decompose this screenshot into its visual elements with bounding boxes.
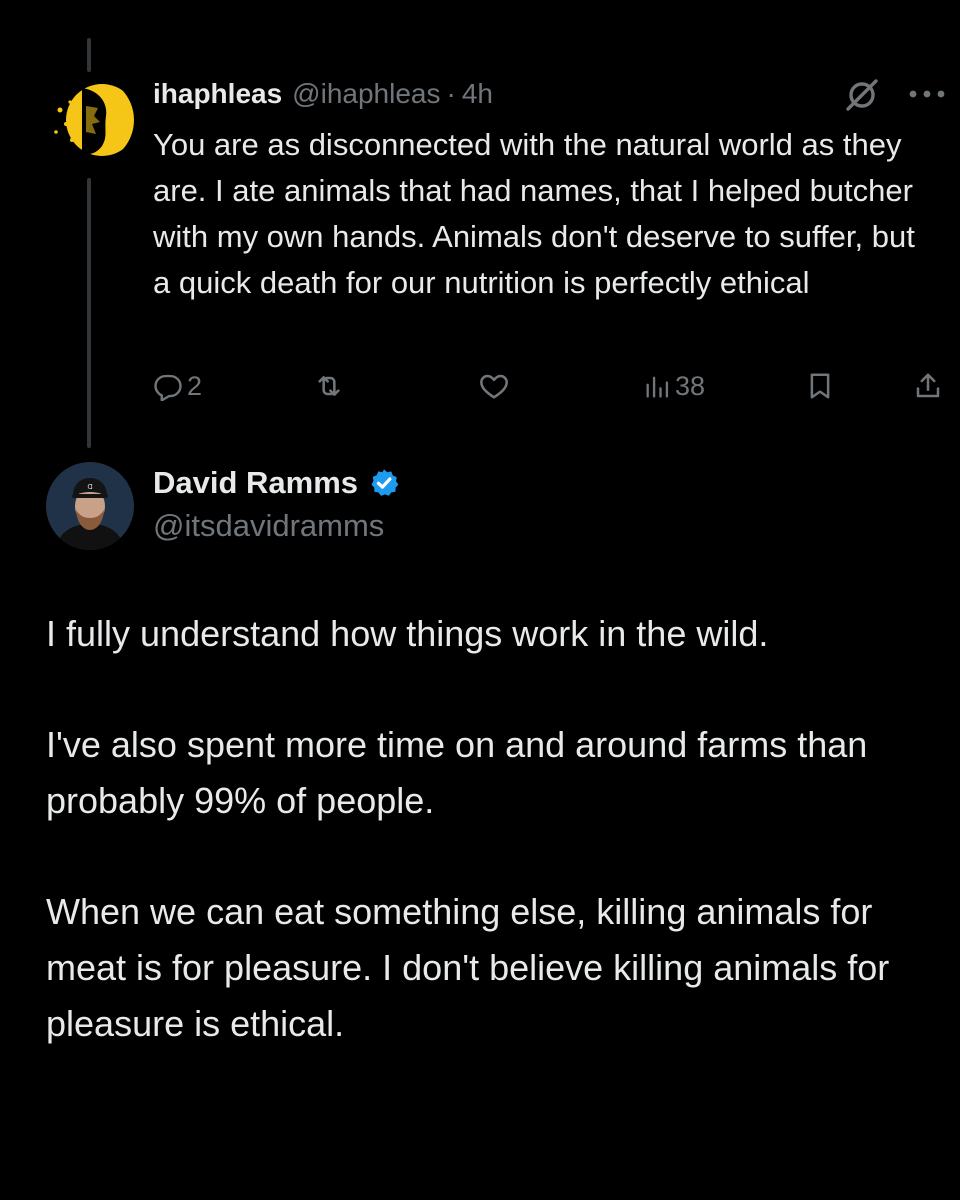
- views-icon: [646, 376, 669, 398]
- main-paragraph-1: I fully understand how things work in th…: [46, 613, 769, 654]
- reply-author-avatar[interactable]: [46, 76, 134, 164]
- svg-text:ꓷ: ꓷ: [87, 483, 92, 491]
- reply-timestamp[interactable]: 4h: [462, 78, 493, 110]
- grok-icon[interactable]: [843, 76, 881, 114]
- reply-header: ihaphleas @ihaphleas · 4h: [153, 72, 933, 116]
- thread-line-connector: [87, 178, 91, 448]
- main-paragraph-2: I've also spent more time on and around …: [46, 724, 868, 821]
- reply-icon: [154, 374, 182, 401]
- more-icon[interactable]: [907, 88, 947, 100]
- thread-line-top: [87, 38, 91, 72]
- bookmark-button[interactable]: [805, 362, 835, 410]
- main-paragraph-3: When we can eat something else, killing …: [46, 891, 890, 1044]
- like-button[interactable]: [478, 362, 514, 410]
- repost-icon: [318, 376, 340, 396]
- main-author-avatar[interactable]: ꓷ: [46, 462, 134, 550]
- reply-author-handle[interactable]: @ihaphleas: [292, 78, 440, 110]
- bookmark-icon: [810, 373, 830, 399]
- reply-body-text: You are as disconnected with the natural…: [153, 127, 915, 300]
- reply-separator: ·: [446, 78, 456, 109]
- main-author-handle[interactable]: @itsdavidramms: [153, 504, 384, 548]
- repost-button[interactable]: [313, 362, 349, 410]
- reply-author-name[interactable]: ihaphleas: [153, 78, 282, 110]
- share-button[interactable]: [913, 362, 943, 410]
- views-count: 38: [675, 370, 706, 401]
- views-button[interactable]: 38: [643, 362, 705, 410]
- main-author-name[interactable]: David Ramms: [153, 465, 358, 501]
- like-icon: [480, 374, 508, 399]
- reply-action-bar: 2 38: [153, 362, 953, 410]
- reply-tweet[interactable]: ihaphleas @ihaphleas · 4h You are as dis…: [153, 72, 945, 306]
- reply-button[interactable]: 2: [153, 362, 202, 410]
- main-author-row: David Ramms: [153, 460, 400, 506]
- verified-badge-icon[interactable]: [368, 467, 400, 499]
- main-tweet-body: I fully understand how things work in th…: [46, 606, 936, 1107]
- share-icon: [916, 373, 940, 398]
- reply-count: 2: [187, 370, 203, 401]
